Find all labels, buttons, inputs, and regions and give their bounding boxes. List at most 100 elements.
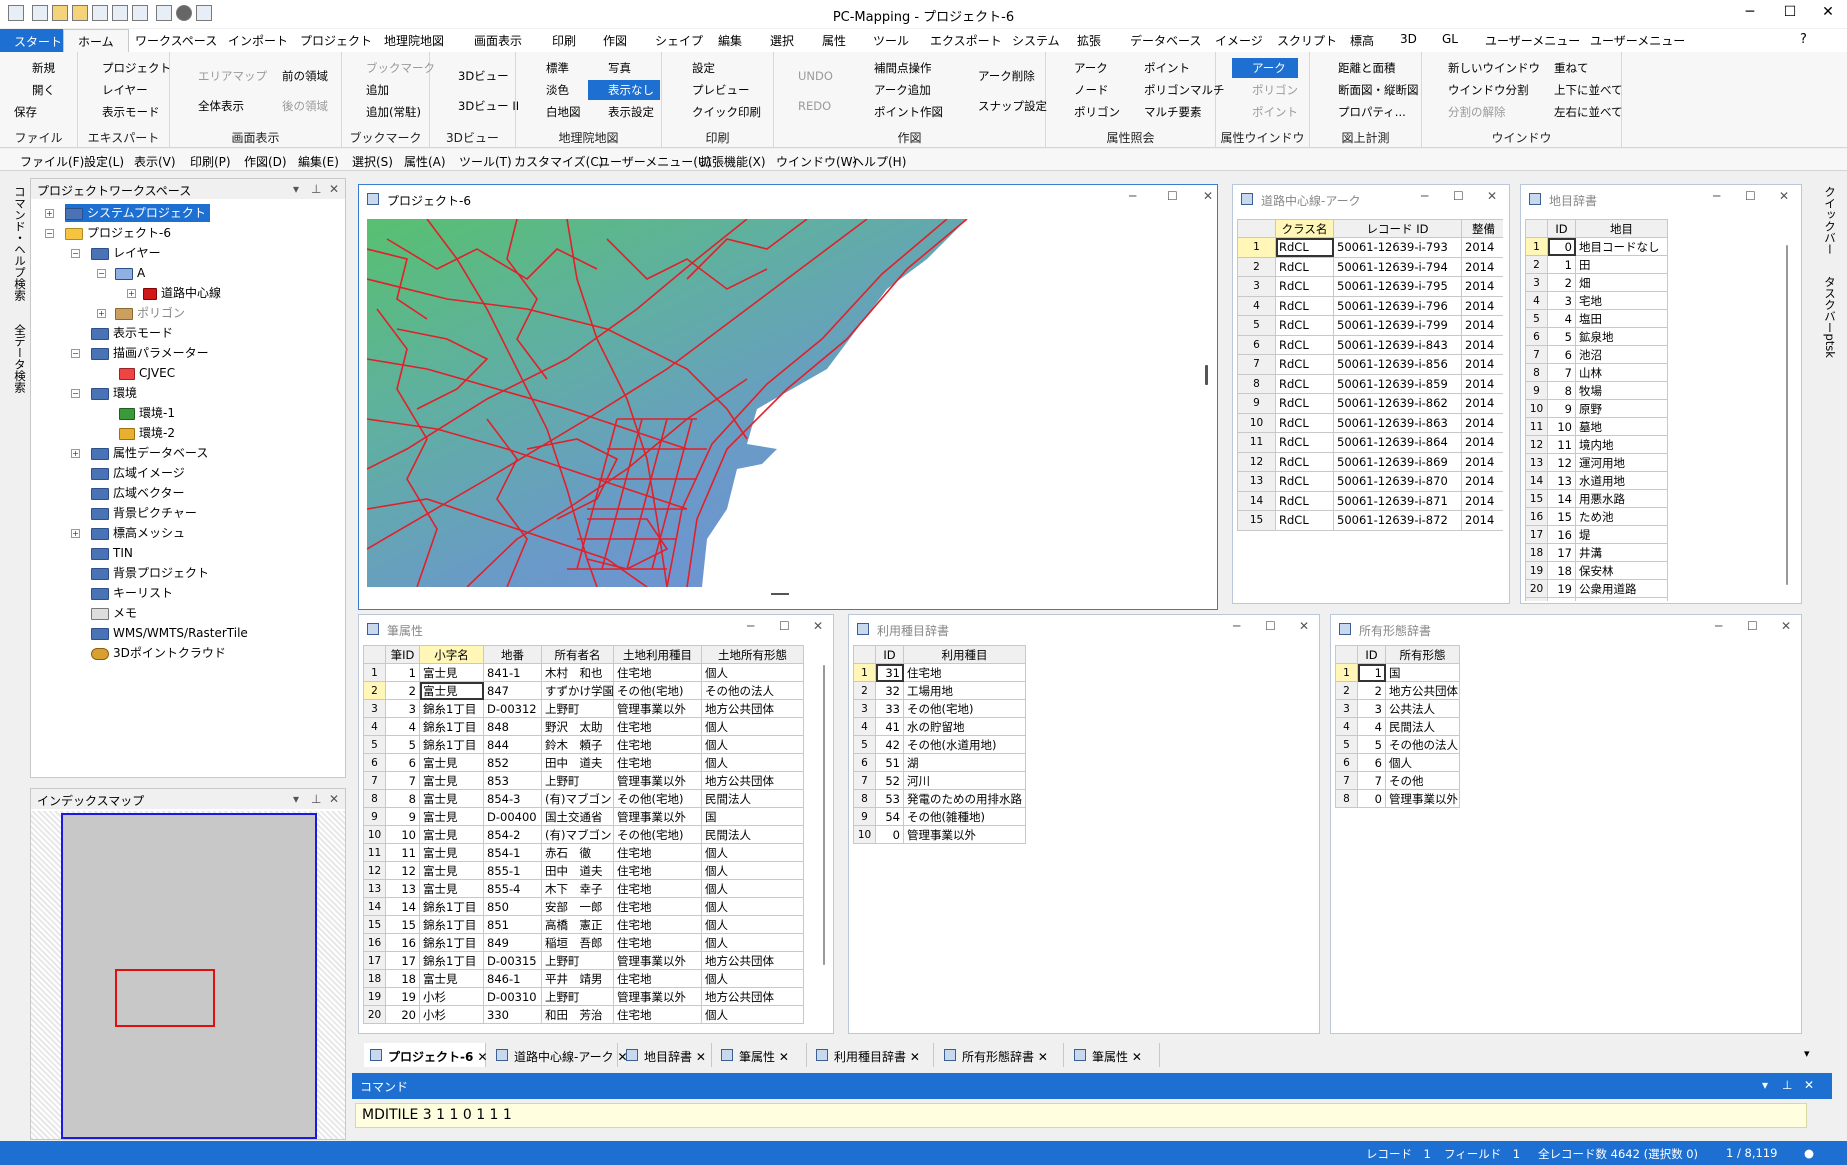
table-cell[interactable]: 国 bbox=[1385, 663, 1460, 682]
table-cell[interactable]: その他(宅地) bbox=[613, 681, 702, 700]
tree-background-project[interactable]: 背景プロジェクト bbox=[91, 564, 209, 582]
table-cell[interactable]: 管理事業以外 bbox=[613, 699, 702, 718]
row-number[interactable]: 4 bbox=[1237, 295, 1276, 316]
open-button[interactable]: 開く bbox=[12, 80, 55, 100]
maximize-icon[interactable]: ☐ bbox=[779, 619, 790, 633]
map-hscroll-indicator[interactable] bbox=[771, 593, 789, 595]
table-cell[interactable]: 錦糸1丁目 bbox=[419, 915, 484, 934]
close-icon[interactable]: ✕ bbox=[1781, 619, 1791, 633]
row-number[interactable]: 12 bbox=[1525, 435, 1548, 454]
corner-cell[interactable] bbox=[1525, 219, 1548, 238]
table-row[interactable]: 1 1 富士見 841-1 木村 和也 住宅地 個人 bbox=[363, 663, 804, 682]
table-cell[interactable]: 2014 bbox=[1461, 237, 1503, 258]
row-number[interactable]: 3 bbox=[1525, 273, 1548, 292]
tree-wms[interactable]: WMS/WMTS/RasterTile bbox=[91, 624, 248, 642]
table-cell[interactable]: 地方公共団体 bbox=[701, 951, 804, 970]
gsi-standard-button[interactable]: 標準 bbox=[526, 58, 569, 78]
table-row[interactable]: 13 RdCL 50061-12639-i-870 2014 bbox=[1237, 471, 1503, 492]
row-number[interactable]: 18 bbox=[363, 969, 386, 988]
table-cell[interactable]: 6 bbox=[385, 753, 420, 772]
tree-wide-vector[interactable]: 広域ベクター bbox=[91, 484, 185, 502]
attr-window-arc-button[interactable]: アーク bbox=[1232, 58, 1298, 78]
table-row[interactable]: 5 RdCL 50061-12639-i-799 2014 bbox=[1237, 315, 1503, 336]
row-number[interactable]: 2 bbox=[1335, 681, 1358, 700]
table-cell[interactable]: 富士見 bbox=[419, 789, 484, 808]
table-cell[interactable]: 錦糸1丁目 bbox=[419, 717, 484, 736]
table-cell[interactable]: 地方公共団体 bbox=[701, 987, 804, 1006]
table-cell[interactable]: 赤石 徹 bbox=[541, 843, 614, 862]
table-cell[interactable]: (有)マブゴン bbox=[541, 825, 614, 844]
table-row[interactable]: 3 3 錦糸1丁目 D-00312 上野町 管理事業以外 地方公共団体 bbox=[363, 699, 804, 718]
menu-extensions[interactable]: 拡張機能(X) bbox=[700, 153, 766, 170]
row-number[interactable]: 5 bbox=[363, 735, 386, 754]
table-cell[interactable]: 9 bbox=[1547, 399, 1576, 418]
print-preview-button[interactable]: プレビュー bbox=[672, 80, 750, 100]
table-cell[interactable]: 330 bbox=[483, 1005, 542, 1024]
menu-customize[interactable]: カスタマイズ(C) bbox=[514, 153, 603, 170]
menu-edit[interactable]: 編集(E) bbox=[298, 153, 339, 170]
pin-icon[interactable]: ⊥ bbox=[311, 792, 321, 806]
table-row[interactable]: 17 17 錦糸1丁目 D-00315 上野町 管理事業以外 地方公共団体 bbox=[363, 951, 804, 970]
panel-close-icon[interactable]: ✕ bbox=[329, 182, 339, 196]
table-row[interactable]: 13 12 運河用地 bbox=[1525, 453, 1668, 472]
close-icon[interactable]: ✕ bbox=[1299, 619, 1309, 633]
table-cell[interactable]: 50061-12639-i-799 bbox=[1333, 315, 1462, 336]
maximize-icon[interactable]: ☐ bbox=[1453, 189, 1464, 203]
quick-print-button[interactable]: クイック印刷 bbox=[672, 102, 761, 122]
table-cell[interactable]: 富士見 bbox=[419, 825, 484, 844]
tab-close-icon[interactable]: ✕ bbox=[696, 1050, 706, 1064]
cross-section-button[interactable]: 断面図・縦断図 bbox=[1318, 80, 1419, 100]
tab-export[interactable]: エクスポート bbox=[930, 32, 1002, 49]
table-cell[interactable]: 15 bbox=[1547, 507, 1576, 526]
row-number[interactable]: 14 bbox=[1237, 490, 1276, 511]
table-cell[interactable]: D-00310 bbox=[483, 987, 542, 1006]
table-row[interactable]: 14 13 水道用地 bbox=[1525, 471, 1668, 490]
table-cell[interactable]: 2014 bbox=[1461, 432, 1503, 453]
table-row[interactable]: 8 53 発電のための用排水路 bbox=[853, 789, 1026, 808]
cascade-button[interactable]: 重ねて bbox=[1534, 58, 1589, 78]
table-cell[interactable]: RdCL bbox=[1275, 373, 1334, 394]
row-number[interactable]: 4 bbox=[1335, 717, 1358, 736]
expand-icon[interactable]: + bbox=[71, 529, 80, 538]
row-number[interactable]: 1 bbox=[1335, 663, 1358, 682]
table-cell[interactable]: RdCL bbox=[1275, 334, 1334, 355]
table-cell[interactable]: 錦糸1丁目 bbox=[419, 699, 484, 718]
table-row[interactable]: 8 0 管理事業以外 bbox=[1335, 789, 1460, 808]
table-row[interactable]: 12 RdCL 50061-12639-i-869 2014 bbox=[1237, 451, 1503, 472]
table-cell[interactable]: その他の法人 bbox=[1385, 735, 1460, 754]
corner-cell[interactable] bbox=[853, 645, 876, 664]
close-button[interactable]: ✕ bbox=[1808, 4, 1847, 20]
table-cell[interactable]: 錦糸1丁目 bbox=[419, 735, 484, 754]
table-cell[interactable]: 民間法人 bbox=[1385, 717, 1460, 736]
tab-gl[interactable]: GL bbox=[1442, 32, 1458, 46]
table-cell[interactable]: 鈴木 頼子 bbox=[541, 735, 614, 754]
table-cell[interactable]: 7 bbox=[385, 771, 420, 790]
table-cell[interactable]: 富士見 bbox=[419, 879, 484, 898]
tab-gsi-map[interactable]: 地理院地図 bbox=[384, 32, 444, 49]
tree-road-centerline[interactable]: 道路中心線 bbox=[143, 284, 221, 302]
row-number[interactable]: 2 bbox=[853, 681, 876, 700]
table-cell[interactable]: 公共法人 bbox=[1385, 699, 1460, 718]
row-number[interactable]: 9 bbox=[1237, 393, 1276, 414]
table-cell[interactable]: 公衆用道路 bbox=[1575, 579, 1668, 598]
table-cell[interactable]: 住宅地 bbox=[613, 753, 702, 772]
collapse-icon[interactable]: − bbox=[71, 249, 80, 258]
table-cell[interactable]: 12 bbox=[385, 861, 420, 880]
maximize-icon[interactable]: ☐ bbox=[1167, 189, 1178, 203]
table-cell[interactable]: 6 bbox=[1547, 345, 1576, 364]
table-cell[interactable]: 52 bbox=[875, 771, 904, 790]
table-row[interactable]: 11 RdCL 50061-12639-i-864 2014 bbox=[1237, 432, 1503, 453]
table-cell[interactable]: 5 bbox=[1357, 735, 1386, 754]
table-row[interactable]: 1 31 住宅地 bbox=[853, 663, 1026, 682]
table-cell[interactable]: 地目コードなし bbox=[1575, 237, 1668, 256]
area-map-button[interactable]: エリアマップ bbox=[178, 66, 267, 86]
menu-view[interactable]: 表示(V) bbox=[134, 153, 176, 170]
table-cell[interactable]: 上野町 bbox=[541, 771, 614, 790]
table-row[interactable]: 15 14 用悪水路 bbox=[1525, 489, 1668, 508]
table-cell[interactable]: 富士見 bbox=[419, 753, 484, 772]
3d-view-button[interactable]: 3Dビュー bbox=[438, 66, 509, 86]
table-cell[interactable]: 地方公共団体 bbox=[701, 699, 804, 718]
table-cell[interactable]: 畑 bbox=[1575, 273, 1668, 292]
table-cell[interactable]: 国 bbox=[701, 807, 804, 826]
table-cell[interactable]: 852 bbox=[483, 753, 542, 772]
